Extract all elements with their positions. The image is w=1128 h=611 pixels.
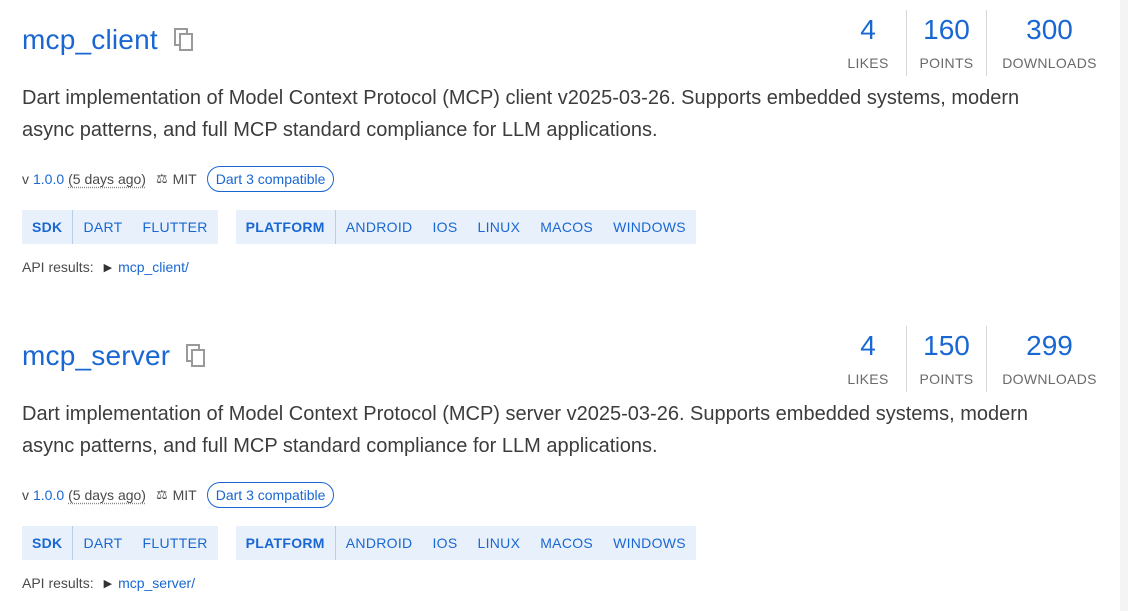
description-line: Dart implementation of Model Context Pro…	[22, 87, 1020, 109]
description-line: async patterns, and full MCP standard co…	[22, 119, 658, 141]
tag-row: SDK DART FLUTTER PLATFORM ANDROID IOS LI…	[22, 526, 696, 560]
copy-icon[interactable]	[173, 28, 196, 52]
points-stat[interactable]: 160 POINTS	[906, 10, 986, 76]
likes-count: 4	[860, 14, 876, 45]
license: ⚖ MIT	[156, 487, 197, 503]
points-label: POINTS	[919, 55, 974, 71]
downloads-label: DOWNLOADS	[1002, 371, 1097, 387]
platform-tag-windows[interactable]: WINDOWS	[603, 526, 696, 560]
points-label: POINTS	[919, 371, 974, 387]
platform-tag-ios[interactable]: IOS	[422, 210, 467, 244]
published-time: (5 days ago)	[68, 171, 146, 187]
platform-tag-label[interactable]: PLATFORM	[236, 526, 336, 560]
package-stats: 4 LIKES 160 POINTS 300 DOWNLOADS	[830, 10, 1102, 76]
description-line: Dart implementation of Model Context Pro…	[22, 403, 1029, 425]
copy-icon[interactable]	[186, 344, 208, 368]
triangle-right-icon[interactable]: ▶	[104, 261, 112, 274]
platform-tag-group: PLATFORM ANDROID IOS LINUX MACOS WINDOWS	[235, 526, 696, 560]
triangle-right-icon[interactable]: ▶	[104, 577, 112, 590]
title-row: mcp_server	[22, 340, 208, 372]
title-row: mcp_client	[22, 24, 196, 56]
sdk-tag-group: SDK DART FLUTTER	[22, 526, 218, 560]
api-results-label: API results:	[22, 259, 94, 275]
platform-tag-linux[interactable]: LINUX	[467, 526, 530, 560]
likes-stat[interactable]: 4 LIKES	[830, 10, 906, 76]
description-line: async patterns, and full MCP standard co…	[22, 435, 658, 457]
platform-tag-ios[interactable]: IOS	[422, 526, 467, 560]
version-prefix: v	[22, 171, 29, 187]
platform-tag-macos[interactable]: MACOS	[530, 526, 603, 560]
likes-label: LIKES	[847, 55, 889, 71]
package-stats: 4 LIKES 150 POINTS 299 DOWNLOADS	[830, 326, 1102, 392]
dart3-compatible-badge[interactable]: Dart 3 compatible	[206, 166, 335, 192]
points-count: 150	[923, 330, 970, 361]
points-count: 160	[923, 14, 970, 45]
dart3-compatible-badge[interactable]: Dart 3 compatible	[206, 482, 335, 508]
api-results-link[interactable]: mcp_server/	[118, 575, 195, 591]
package-meta: v 1.0.0 (5 days ago) ⚖ MIT Dart 3 compat…	[22, 482, 335, 508]
package-meta: v 1.0.0 (5 days ago) ⚖ MIT Dart 3 compat…	[22, 166, 335, 192]
likes-stat[interactable]: 4 LIKES	[830, 326, 906, 392]
platform-tag-windows[interactable]: WINDOWS	[603, 210, 696, 244]
downloads-stat[interactable]: 300 DOWNLOADS	[986, 10, 1102, 76]
sdk-tag-dart[interactable]: DART	[73, 526, 132, 560]
sdk-tag-group: SDK DART FLUTTER	[22, 210, 218, 244]
license-name: MIT	[172, 487, 197, 503]
package-description: Dart implementation of Model Context Pro…	[22, 82, 1082, 146]
published-time: (5 days ago)	[68, 487, 146, 503]
sdk-tag-flutter[interactable]: FLUTTER	[133, 210, 218, 244]
balance-scale-icon: ⚖	[155, 171, 168, 186]
downloads-count: 300	[1026, 14, 1073, 45]
license: ⚖ MIT	[156, 171, 197, 187]
api-results: API results: ▶ mcp_client/	[22, 259, 189, 275]
platform-tag-group: PLATFORM ANDROID IOS LINUX MACOS WINDOWS	[235, 210, 696, 244]
package-description: Dart implementation of Model Context Pro…	[22, 398, 1082, 462]
platform-tag-macos[interactable]: MACOS	[530, 210, 603, 244]
version-prefix: v	[22, 487, 29, 503]
api-results: API results: ▶ mcp_server/	[22, 575, 195, 591]
sdk-tag-flutter[interactable]: FLUTTER	[133, 526, 218, 560]
license-name: MIT	[172, 171, 197, 187]
platform-tag-android[interactable]: ANDROID	[336, 210, 423, 244]
likes-label: LIKES	[847, 371, 889, 387]
points-stat[interactable]: 150 POINTS	[906, 326, 986, 392]
platform-tag-android[interactable]: ANDROID	[336, 526, 423, 560]
tag-row: SDK DART FLUTTER PLATFORM ANDROID IOS LI…	[22, 210, 696, 244]
downloads-label: DOWNLOADS	[1002, 55, 1097, 71]
version-link[interactable]: 1.0.0	[33, 487, 64, 503]
sdk-tag-label[interactable]: SDK	[22, 526, 74, 560]
package-title-link[interactable]: mcp_client	[22, 24, 158, 56]
platform-tag-label[interactable]: PLATFORM	[236, 210, 336, 244]
api-results-label: API results:	[22, 575, 94, 591]
likes-count: 4	[860, 330, 876, 361]
scrollbar[interactable]	[1120, 0, 1128, 611]
sdk-tag-dart[interactable]: DART	[73, 210, 132, 244]
package-title-link[interactable]: mcp_server	[22, 340, 170, 372]
downloads-count: 299	[1026, 330, 1073, 361]
downloads-stat[interactable]: 299 DOWNLOADS	[986, 326, 1102, 392]
version-link[interactable]: 1.0.0	[33, 171, 64, 187]
api-results-link[interactable]: mcp_client/	[118, 259, 189, 275]
balance-scale-icon: ⚖	[155, 487, 168, 502]
sdk-tag-label[interactable]: SDK	[22, 210, 74, 244]
platform-tag-linux[interactable]: LINUX	[467, 210, 530, 244]
